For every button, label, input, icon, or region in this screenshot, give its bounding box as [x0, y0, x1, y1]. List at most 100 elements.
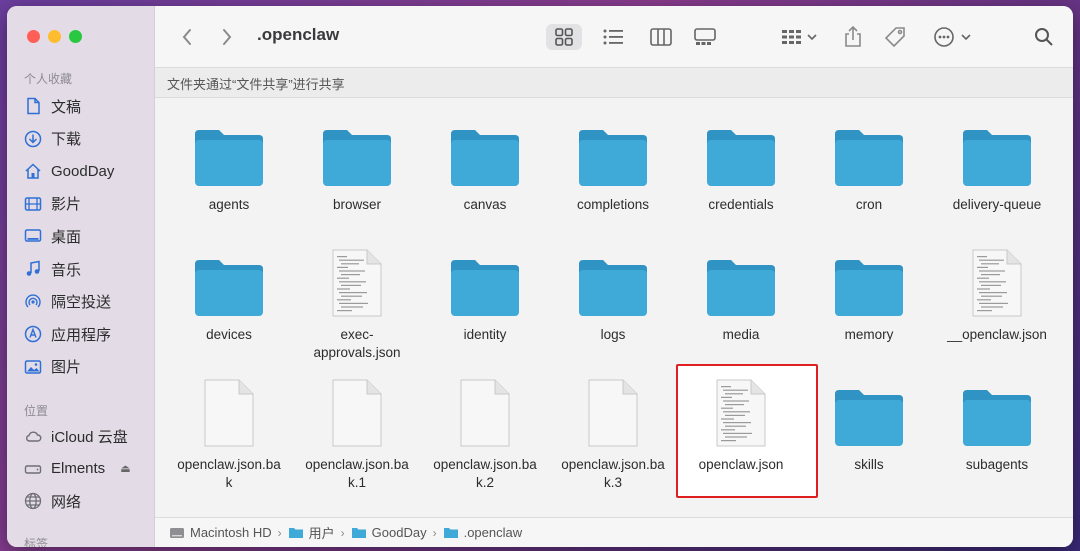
sidebar-item-桌面[interactable]: 桌面 — [24, 224, 149, 248]
list-view-button[interactable] — [595, 24, 631, 50]
sidebar-item-影片[interactable]: 影片 — [24, 192, 149, 216]
path-crumb-label: Macintosh HD — [190, 525, 272, 540]
path-crumb[interactable]: .openclaw — [443, 525, 523, 540]
folder-item[interactable]: completions — [549, 116, 677, 246]
file-name: memory — [844, 327, 894, 342]
zoom-button[interactable] — [69, 30, 82, 43]
file-name: openclaw.json.ba k.1 — [305, 457, 409, 490]
file-name: cron — [855, 197, 883, 212]
folder-icon — [573, 246, 653, 318]
group-by-button[interactable] — [777, 24, 821, 50]
file-item[interactable]: openclaw.json — [676, 364, 818, 506]
folder-icon — [317, 116, 397, 188]
folder-item[interactable]: agents — [165, 116, 293, 246]
forward-button[interactable] — [215, 24, 239, 50]
gallery-icon — [694, 28, 716, 45]
document-icon — [573, 376, 653, 448]
icon-view-button[interactable] — [546, 24, 582, 50]
chevron-left-icon — [182, 29, 191, 45]
sidebar-item-icloud-云盘[interactable]: iCloud 云盘 — [24, 424, 149, 448]
path-crumb[interactable]: Macintosh HD — [169, 525, 272, 540]
tag-icon — [884, 27, 905, 48]
sidebar-item-label: iCloud 云盘 — [51, 428, 128, 446]
file-name: credentials — [708, 197, 774, 212]
tag-button[interactable] — [881, 24, 909, 50]
chevron-right-icon: › — [340, 525, 345, 540]
folder-item[interactable]: canvas — [421, 116, 549, 246]
sidebar-item-文稿[interactable]: 文稿 — [24, 94, 149, 118]
folder-item[interactable]: subagents — [933, 376, 1061, 506]
folder-icon — [701, 116, 781, 188]
more-actions-button[interactable] — [931, 24, 975, 50]
toolbar: .openclaw — [155, 6, 1073, 68]
sidebar-item-下载[interactable]: 下载 — [24, 127, 149, 151]
file-name: openclaw.json.ba k.2 — [433, 457, 537, 490]
chevron-right-icon: › — [432, 525, 437, 540]
folder-icon — [957, 376, 1037, 448]
folder-item[interactable]: credentials — [677, 116, 805, 246]
download-icon — [24, 130, 42, 148]
minimize-button[interactable] — [48, 30, 61, 43]
folder-icon — [189, 246, 269, 318]
file-name: logs — [600, 327, 626, 342]
file-item[interactable]: openclaw.json.ba k.2 — [421, 376, 549, 506]
sidebar-section-tags: 标签 — [24, 537, 49, 547]
folder-icon — [189, 116, 269, 188]
folder-icon — [957, 116, 1037, 188]
sidebar-item-应用程序[interactable]: 应用程序 — [24, 322, 149, 346]
folder-item[interactable]: media — [677, 246, 805, 376]
sidebar-item-label: 影片 — [51, 196, 82, 214]
sidebar-item-goodday[interactable]: GoodDay — [24, 159, 149, 183]
close-button[interactable] — [27, 30, 40, 43]
folder-icon — [445, 246, 525, 318]
file-item[interactable]: exec- approvals.json — [293, 246, 421, 376]
cloud-icon — [24, 427, 42, 445]
file-browser: agents browser canvas completions credential… — [155, 98, 1073, 517]
document-icon — [24, 97, 42, 115]
back-button[interactable] — [175, 24, 199, 50]
folder-icon — [829, 246, 909, 318]
file-item[interactable]: openclaw.json.ba k — [165, 376, 293, 506]
chevron-right-icon: › — [277, 525, 282, 540]
folder-icon — [701, 246, 781, 318]
path-crumb-label: .openclaw — [463, 525, 523, 540]
sidebar-item-label: 应用程序 — [51, 326, 112, 344]
folder-item[interactable]: cron — [805, 116, 933, 246]
folder-item[interactable]: memory — [805, 246, 933, 376]
sidebar-item-隔空投送[interactable]: 隔空投送 — [24, 290, 149, 314]
sidebar-item-网络[interactable]: 网络 — [24, 489, 149, 513]
file-name: canvas — [463, 197, 507, 212]
sidebar: 个人收藏 文稿 下载 GoodDay 影片 桌面 音乐 隔空投送 应用程序 图片 位置 iClo… — [7, 6, 155, 547]
file-name: agents — [208, 197, 250, 212]
search-button[interactable] — [1030, 24, 1058, 50]
sidebar-item-label: 文稿 — [51, 98, 82, 116]
path-crumb[interactable]: 用户 — [288, 523, 335, 542]
file-item[interactable]: openclaw.json.ba k.1 — [293, 376, 421, 506]
sidebar-item-音乐[interactable]: 音乐 — [24, 257, 149, 281]
document-icon — [317, 246, 397, 318]
sidebar-item-elments[interactable]: Elments ⏏ — [24, 457, 149, 481]
column-view-button[interactable] — [643, 24, 679, 50]
folder-icon — [573, 116, 653, 188]
share-button[interactable] — [839, 24, 867, 50]
folder-icon — [445, 116, 525, 188]
file-name: completions — [576, 197, 650, 212]
file-item[interactable]: openclaw.json.ba k.3 — [549, 376, 677, 506]
folder-item[interactable]: identity — [421, 246, 549, 376]
folder-item[interactable]: browser — [293, 116, 421, 246]
gallery-view-button[interactable] — [687, 24, 723, 50]
sidebar-item-图片[interactable]: 图片 — [24, 355, 149, 379]
folder-item[interactable]: skills — [805, 376, 933, 506]
folder-item[interactable]: devices — [165, 246, 293, 376]
folder-icon — [288, 526, 304, 539]
path-crumb[interactable]: GoodDay — [351, 525, 427, 540]
file-name: browser — [332, 197, 381, 212]
document-icon — [317, 376, 397, 448]
folder-item[interactable]: delivery-queue — [933, 116, 1061, 246]
eject-icon[interactable]: ⏏ — [120, 462, 130, 475]
film-icon — [24, 195, 42, 213]
folder-icon — [443, 526, 459, 539]
folder-item[interactable]: logs — [549, 246, 677, 376]
columns-icon — [650, 28, 672, 46]
file-item[interactable]: __openclaw.json — [933, 246, 1061, 376]
